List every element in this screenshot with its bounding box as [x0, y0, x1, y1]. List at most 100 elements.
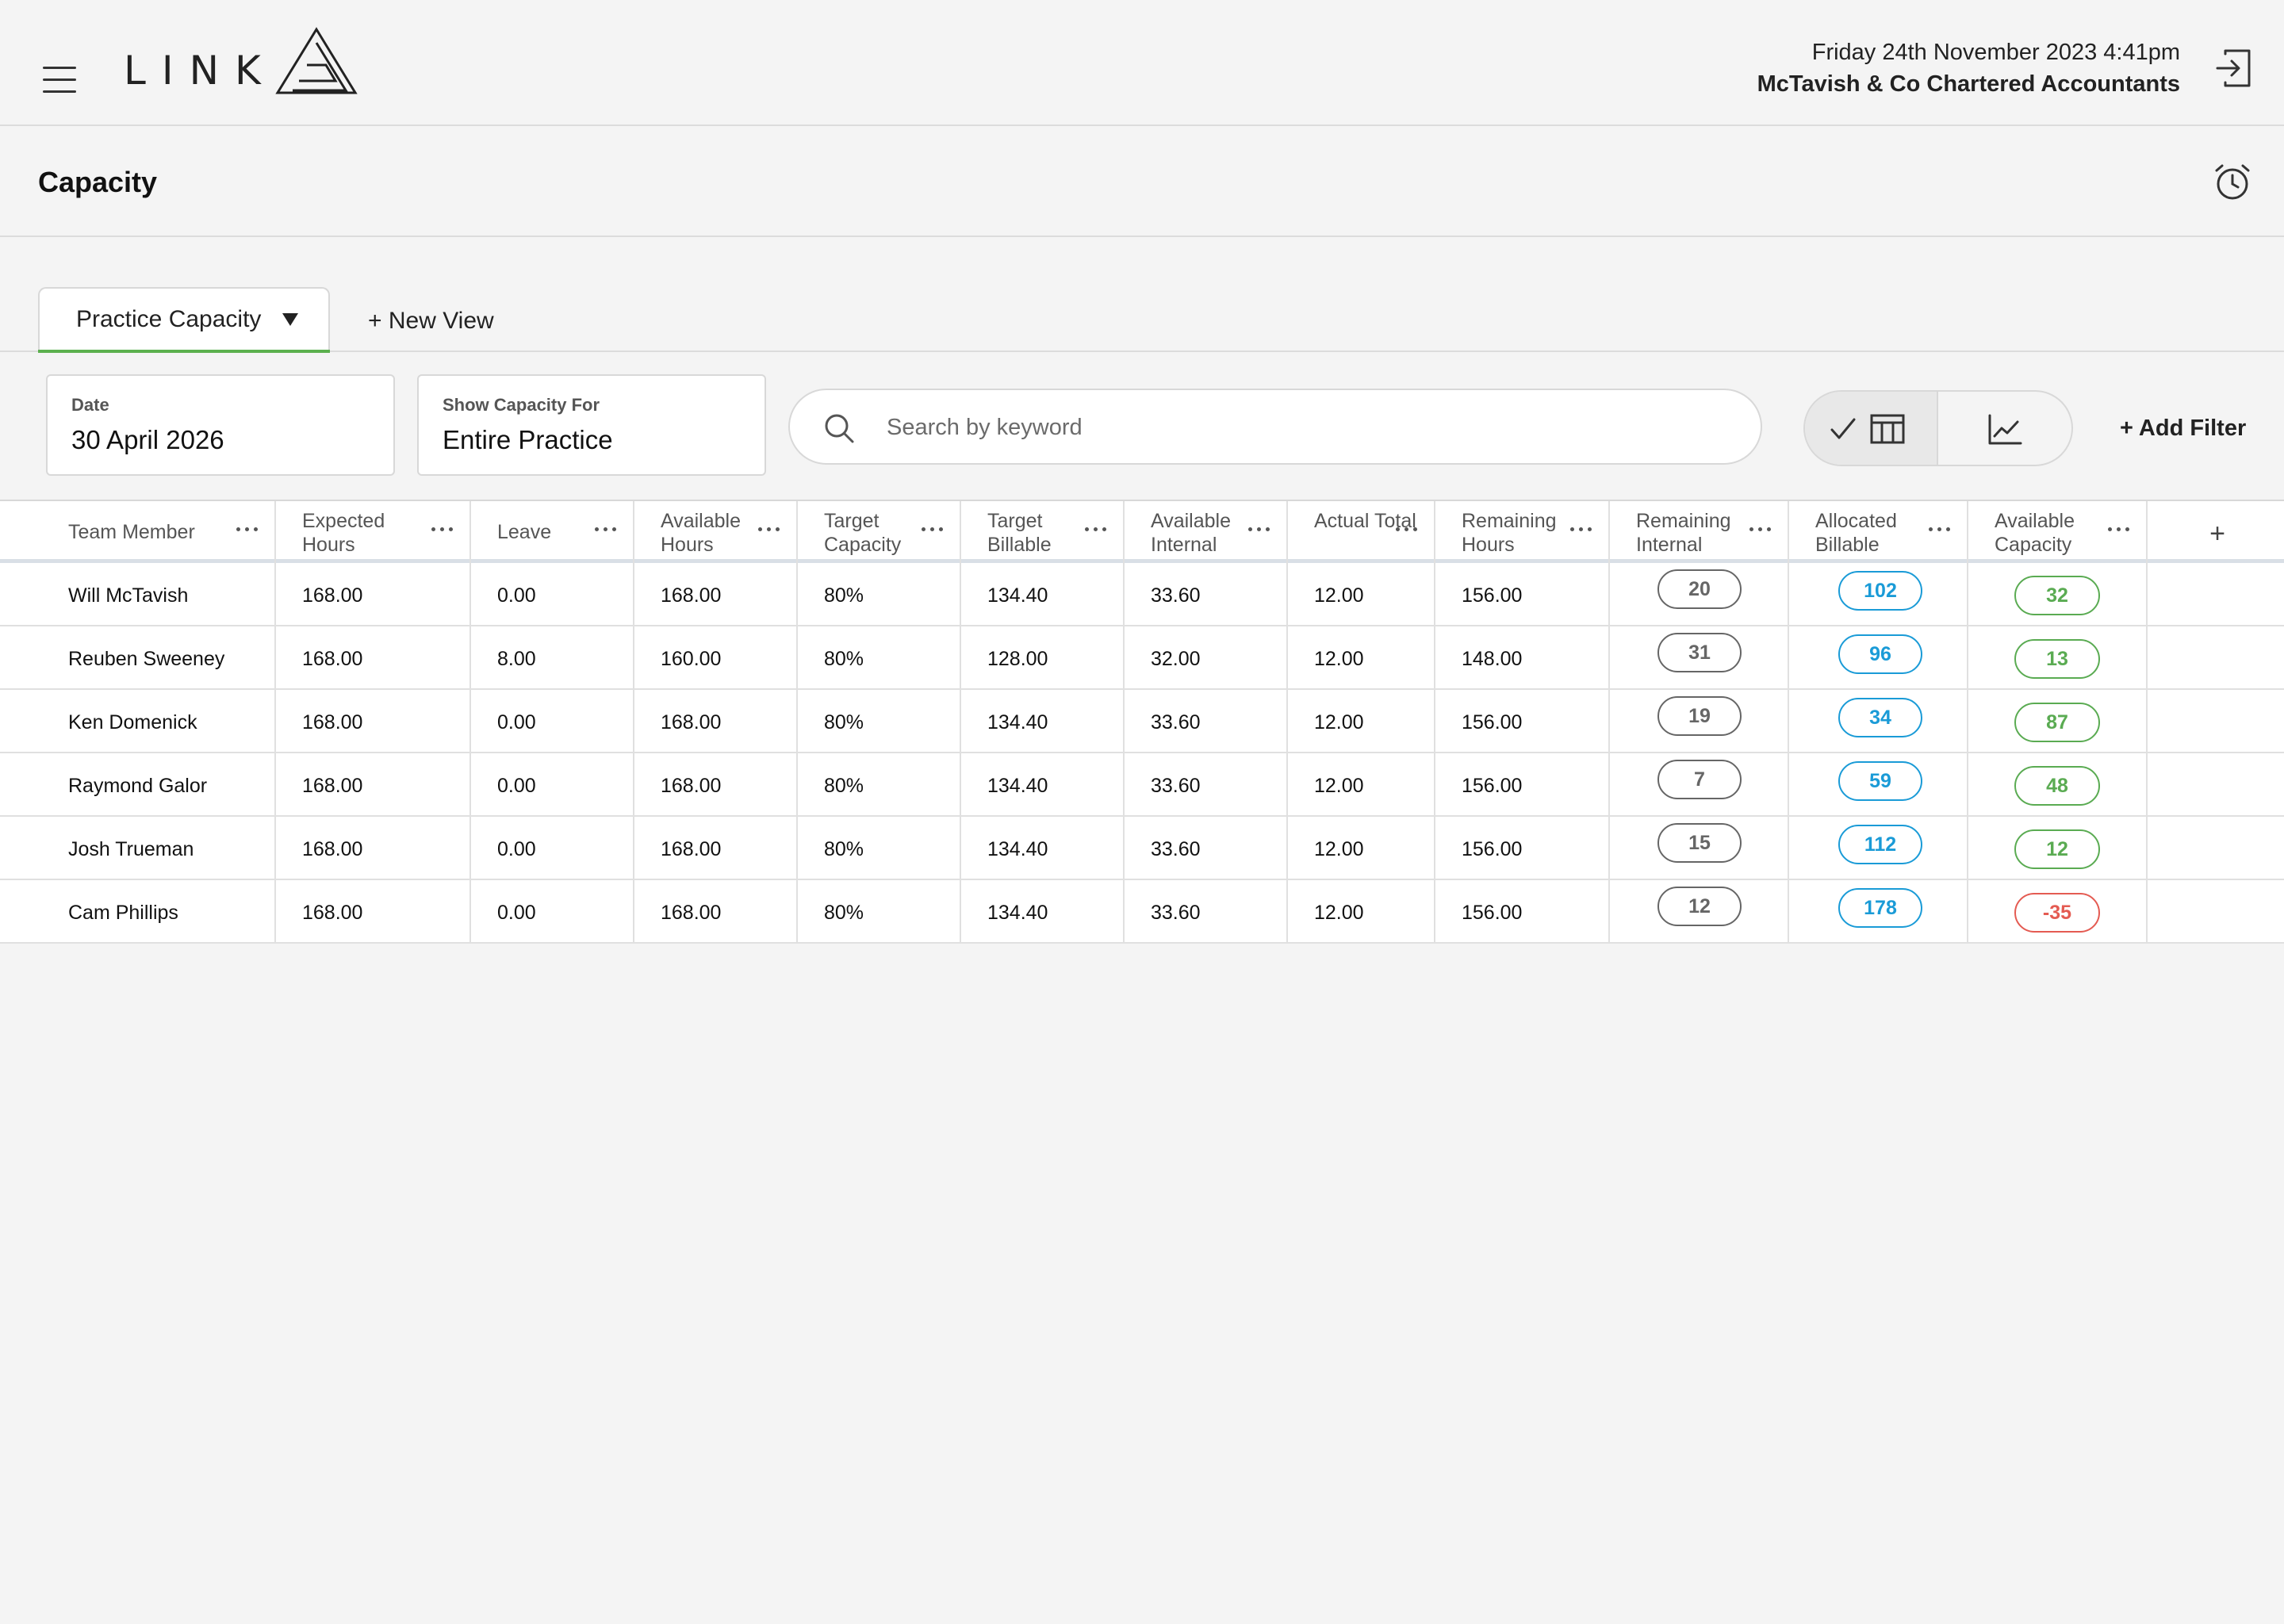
cell-available-internal: 33.60: [1125, 690, 1288, 752]
allocated-billable-badge[interactable]: 34: [1838, 698, 1922, 737]
allocated-billable-badge[interactable]: 102: [1838, 571, 1922, 611]
cell-value: 33.60: [1151, 775, 1201, 797]
available-capacity-badge[interactable]: 87: [2014, 703, 2100, 742]
allocated-billable-badge[interactable]: 178: [1838, 888, 1922, 928]
search-input[interactable]: [887, 408, 1727, 447]
allocated-billable-badge[interactable]: 112: [1838, 825, 1922, 864]
table-row[interactable]: Ken Domenick 168.00 0.00 168.00 80% 134.40 33.…: [0, 690, 2284, 753]
cell-value: 134.40: [987, 838, 1048, 860]
available-capacity-badge[interactable]: 32: [2014, 576, 2100, 615]
cell-expected: 168.00: [276, 690, 471, 752]
table-row[interactable]: Will McTavish 168.00 0.00 168.00 80% 134.40 33…: [0, 563, 2284, 626]
logout-icon[interactable]: [2214, 48, 2252, 89]
cell-value: 156.00: [1462, 584, 1523, 607]
cell-remaining-hours: 156.00: [1435, 563, 1610, 625]
chart-view-button[interactable]: [1940, 392, 2071, 465]
team-member-name: Reuben Sweeney: [68, 648, 225, 670]
ellipsis-icon[interactable]: [1745, 522, 1776, 538]
remaining-internal-badge[interactable]: 12: [1657, 887, 1742, 926]
cell-available-capacity: 48: [1968, 753, 2148, 815]
ellipsis-icon[interactable]: [917, 522, 948, 538]
ellipsis-icon[interactable]: [1244, 522, 1275, 538]
cell-available: 168.00: [634, 563, 798, 625]
ellipsis-icon[interactable]: [1924, 522, 1956, 538]
cell-available-capacity: 13: [1968, 626, 2148, 688]
ellipsis-icon[interactable]: [1080, 522, 1112, 538]
allocated-billable-badge[interactable]: 59: [1838, 761, 1922, 801]
ellipsis-icon[interactable]: [753, 522, 785, 538]
remaining-internal-badge[interactable]: 15: [1657, 823, 1742, 863]
cell-allocated-billable: 59: [1789, 753, 1968, 815]
cell-value: 8.00: [497, 648, 536, 670]
available-capacity-badge[interactable]: 12: [2014, 829, 2100, 869]
cell-allocated-billable: 178: [1789, 880, 1968, 942]
table-view-button[interactable]: [1805, 392, 1938, 465]
table-row[interactable]: Reuben Sweeney 168.00 8.00 160.00 80% 128.00 3…: [0, 626, 2284, 690]
caret-down-icon[interactable]: [282, 313, 298, 326]
column-header-label: Team Member: [68, 521, 195, 543]
table-row[interactable]: Josh Trueman 168.00 0.00 168.00 80% 134.40 33.…: [0, 817, 2284, 880]
column-header-remaining-internal[interactable]: Remaining Internal: [1610, 501, 1789, 563]
ellipsis-icon[interactable]: [427, 522, 458, 538]
cell-actual-total: 12.00: [1288, 817, 1435, 879]
column-header-team-member[interactable]: Team Member: [0, 501, 276, 563]
cell-remaining-hours: 148.00: [1435, 626, 1610, 688]
cell-expected: 168.00: [276, 817, 471, 879]
ellipsis-icon[interactable]: [2103, 522, 2135, 538]
add-filter-button[interactable]: + Add Filter: [2120, 416, 2246, 442]
team-member-name: Ken Domenick: [68, 711, 197, 733]
cell-value: 12.00: [1314, 902, 1364, 924]
available-capacity-badge[interactable]: 48: [2014, 766, 2100, 806]
column-header-leave[interactable]: Leave: [471, 501, 634, 563]
cell-allocated-billable: 34: [1789, 690, 1968, 752]
column-header-target-billable[interactable]: Target Billable: [961, 501, 1125, 563]
column-header-available-internal[interactable]: Available Internal: [1125, 501, 1288, 563]
tab-practice-capacity[interactable]: Practice Capacity: [38, 287, 330, 353]
show-capacity-for-field[interactable]: Show Capacity For Entire Practice: [417, 374, 766, 476]
remaining-internal-badge[interactable]: 7: [1657, 760, 1742, 799]
cell-value: 156.00: [1462, 838, 1523, 860]
current-date-time: Friday 24th November 2023 4:41pm: [1811, 40, 2180, 65]
date-field-value: 30 April 2026: [71, 425, 224, 454]
cell-value: 0.00: [497, 711, 536, 733]
ellipsis-icon[interactable]: [590, 522, 622, 538]
cell-expected: 168.00: [276, 563, 471, 625]
column-header-actual-total[interactable]: Actual Total: [1288, 501, 1435, 563]
alarm-clock-icon[interactable]: [2213, 163, 2252, 202]
column-header-available-capacity[interactable]: Available Capacity: [1968, 501, 2148, 563]
cell-actual-total: 12.00: [1288, 563, 1435, 625]
column-header-allocated-billable[interactable]: Allocated Billable: [1789, 501, 1968, 563]
column-header-label: Available Capacity: [1995, 510, 2075, 556]
column-header-remaining-hours[interactable]: Remaining Hours: [1435, 501, 1610, 563]
ellipsis-icon[interactable]: [1391, 522, 1423, 538]
cell-name: Cam Phillips: [0, 880, 276, 942]
remaining-internal-badge[interactable]: 31: [1657, 633, 1742, 672]
ellipsis-icon[interactable]: [232, 522, 263, 538]
cell-target-billable: 134.40: [961, 753, 1125, 815]
remaining-internal-badge[interactable]: 19: [1657, 696, 1742, 736]
hamburger-menu-icon[interactable]: [43, 67, 76, 94]
cell-name: Raymond Galor: [0, 753, 276, 815]
column-header-available-hours[interactable]: Available Hours: [634, 501, 798, 563]
available-capacity-badge[interactable]: -35: [2014, 893, 2100, 933]
cell-value: 156.00: [1462, 775, 1523, 797]
add-column-button[interactable]: +: [2202, 519, 2233, 550]
date-field[interactable]: Date 30 April 2026: [46, 374, 395, 476]
cell-value: 168.00: [661, 584, 722, 607]
cell-value: 80%: [824, 711, 864, 733]
allocated-billable-badge[interactable]: 96: [1838, 634, 1922, 674]
table-row[interactable]: Cam Phillips 168.00 0.00 168.00 80% 134.40 33.…: [0, 880, 2284, 944]
cell-value: 80%: [824, 902, 864, 924]
table-row[interactable]: Raymond Galor 168.00 0.00 168.00 80% 134.40 33…: [0, 753, 2284, 817]
new-view-button[interactable]: + New View: [368, 308, 494, 335]
column-header-expected-hours[interactable]: Expected Hours: [276, 501, 471, 563]
cell-actual-total: 12.00: [1288, 626, 1435, 688]
ellipsis-icon[interactable]: [1565, 522, 1597, 538]
cell-allocated-billable: 112: [1789, 817, 1968, 879]
cell-remaining-internal: 20: [1610, 563, 1789, 625]
available-capacity-badge[interactable]: 13: [2014, 639, 2100, 679]
remaining-internal-badge[interactable]: 20: [1657, 569, 1742, 609]
column-header-target-capacity[interactable]: Target Capacity: [798, 501, 961, 563]
app-logo[interactable]: LINK: [124, 24, 358, 95]
cell-value: 12.00: [1314, 584, 1364, 607]
